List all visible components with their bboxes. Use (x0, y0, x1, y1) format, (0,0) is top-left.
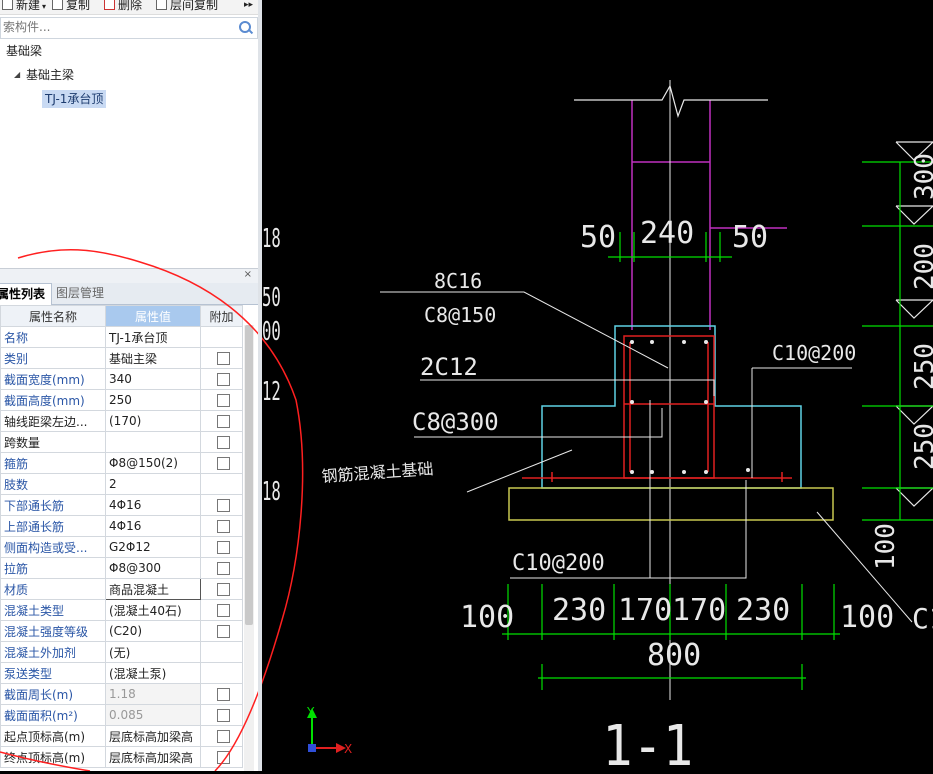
dim-bottom-6: 100 (840, 600, 894, 635)
red-annotation-stroke (0, 248, 258, 771)
right-dim-5: 100 (871, 523, 901, 570)
label-8c16: 8C16 (434, 269, 482, 293)
left-edge-label-3: 00 (262, 317, 281, 347)
dim-bottom-4: 170 (672, 593, 726, 628)
ucs-axis-icon: Y X (306, 705, 352, 756)
cad-canvas[interactable]: 18 50 00 12 18 50 240 50 8C16 C8@150 2C1… (139, 0, 933, 774)
label-c8-300: C8@300 (412, 408, 499, 436)
dim-top-right: 50 (732, 220, 768, 255)
right-dim-2: 200 (910, 243, 933, 290)
dim-bottom-3: 170 (618, 593, 672, 628)
foundation-outline (541, 325, 802, 489)
axis-x-label: X (344, 742, 352, 756)
left-edge-label-4: 12 (262, 377, 281, 407)
axis-y-label: Y (306, 705, 315, 719)
dim-top-left: 50 (580, 220, 616, 255)
dim-bottom-2: 230 (552, 593, 606, 628)
left-edge-label-1: 18 (262, 224, 281, 254)
dim-top-mid: 240 (640, 216, 694, 251)
rebar-dots (630, 340, 750, 474)
label-2c12: 2C12 (420, 353, 478, 381)
cad-drawing: 18 50 00 12 18 50 240 50 8C16 C8@150 2C1… (139, 80, 933, 774)
dim-bottom-5: 230 (736, 593, 790, 628)
right-dim-3: 250 (910, 343, 933, 390)
label-c8-150: C8@150 (424, 303, 496, 327)
break-line (574, 84, 768, 118)
right-dim-1: 300 (910, 153, 933, 200)
left-edge-label-5: 18 (262, 477, 281, 507)
left-edge-label-2: 50 (262, 283, 281, 313)
left-panel: 新建▾ 复制 删除 层间复制 ▸▸ 基础梁 ◢ 基础主梁 TJ-1承台顶 × 属… (0, 0, 258, 771)
dim-bottom-1: 100 (460, 600, 514, 635)
right-dim-4: 250 (910, 423, 933, 470)
label-c10-200-right: C10@200 (772, 341, 856, 365)
right-edge-label: C1 (912, 602, 933, 635)
label-c10-200-bottom: C10@200 (512, 551, 605, 576)
column-outline (631, 100, 787, 330)
dim-total: 800 (647, 638, 701, 673)
cushion-layer (508, 487, 834, 521)
section-label: 1-1 (602, 713, 693, 771)
label-foundation: 钢筋混凝土基础 (321, 459, 434, 486)
